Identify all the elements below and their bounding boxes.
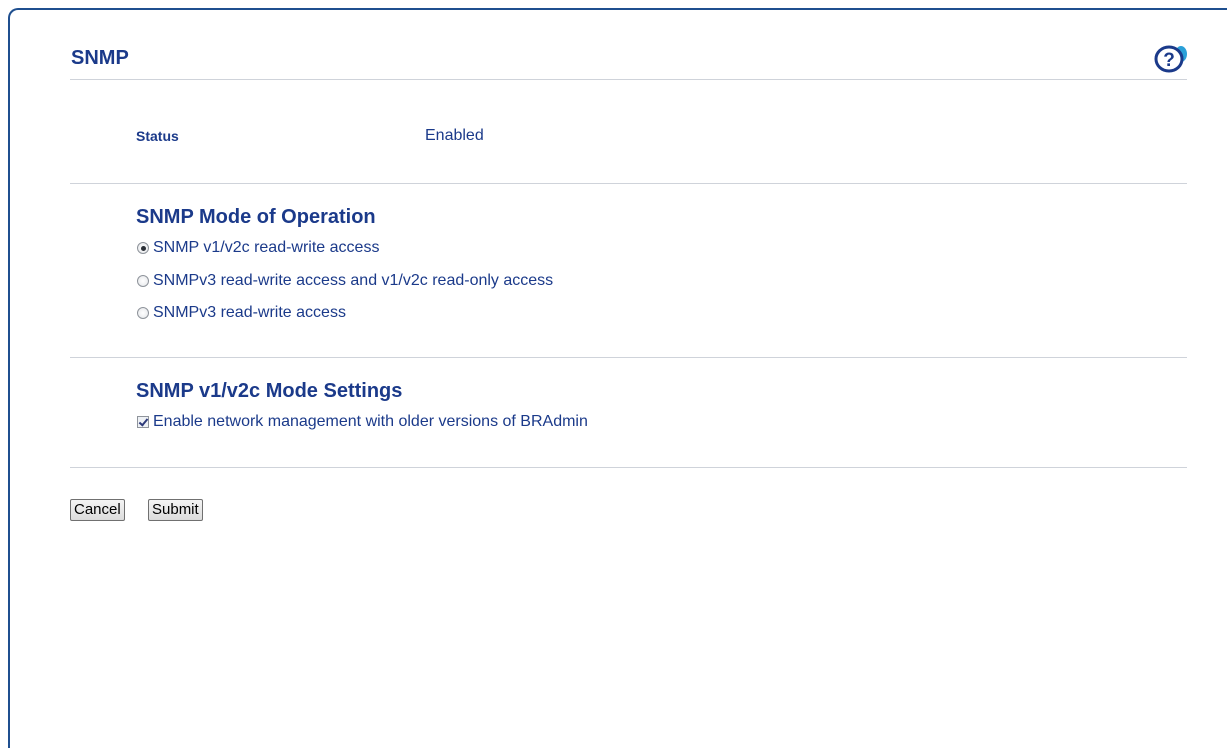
radio-v1v2c-rw[interactable]: [137, 242, 149, 254]
mode-option-v3rw-v1v2c-ro[interactable]: SNMPv3 read-write access and v1/v2c read…: [137, 272, 553, 290]
bradmin-compat-label: Enable network management with older ver…: [153, 413, 588, 430]
submit-button[interactable]: Submit: [148, 499, 203, 521]
radio-v3rw-v1v2c-ro[interactable]: [137, 275, 149, 287]
cancel-button[interactable]: Cancel: [70, 499, 125, 521]
mode-option-label: SNMP v1/v2c read-write access: [153, 239, 380, 256]
status-value: Enabled: [425, 127, 484, 144]
bradmin-compat-checkbox[interactable]: [137, 416, 149, 428]
page-title: SNMP: [71, 47, 129, 69]
mode-divider: [70, 357, 1187, 358]
v1v2c-settings-title: SNMP v1/v2c Mode Settings: [136, 380, 403, 402]
mode-of-operation-title: SNMP Mode of Operation: [136, 206, 376, 228]
help-icon[interactable]: ?: [1150, 40, 1188, 76]
status-divider: [70, 183, 1187, 184]
radio-v3-rw[interactable]: [137, 307, 149, 319]
content-frame: [8, 8, 1227, 748]
mode-option-label: SNMPv3 read-write access: [153, 304, 346, 321]
svg-text:?: ?: [1163, 50, 1175, 71]
mode-option-v1v2c-rw[interactable]: SNMP v1/v2c read-write access: [137, 239, 379, 257]
mode-option-label: SNMPv3 read-write access and v1/v2c read…: [153, 272, 554, 289]
settings-divider: [70, 467, 1187, 468]
bradmin-compat-option[interactable]: Enable network management with older ver…: [137, 413, 588, 431]
title-divider: [70, 79, 1187, 80]
mode-option-v3-rw[interactable]: SNMPv3 read-write access: [137, 304, 346, 322]
status-label: Status: [136, 128, 179, 144]
